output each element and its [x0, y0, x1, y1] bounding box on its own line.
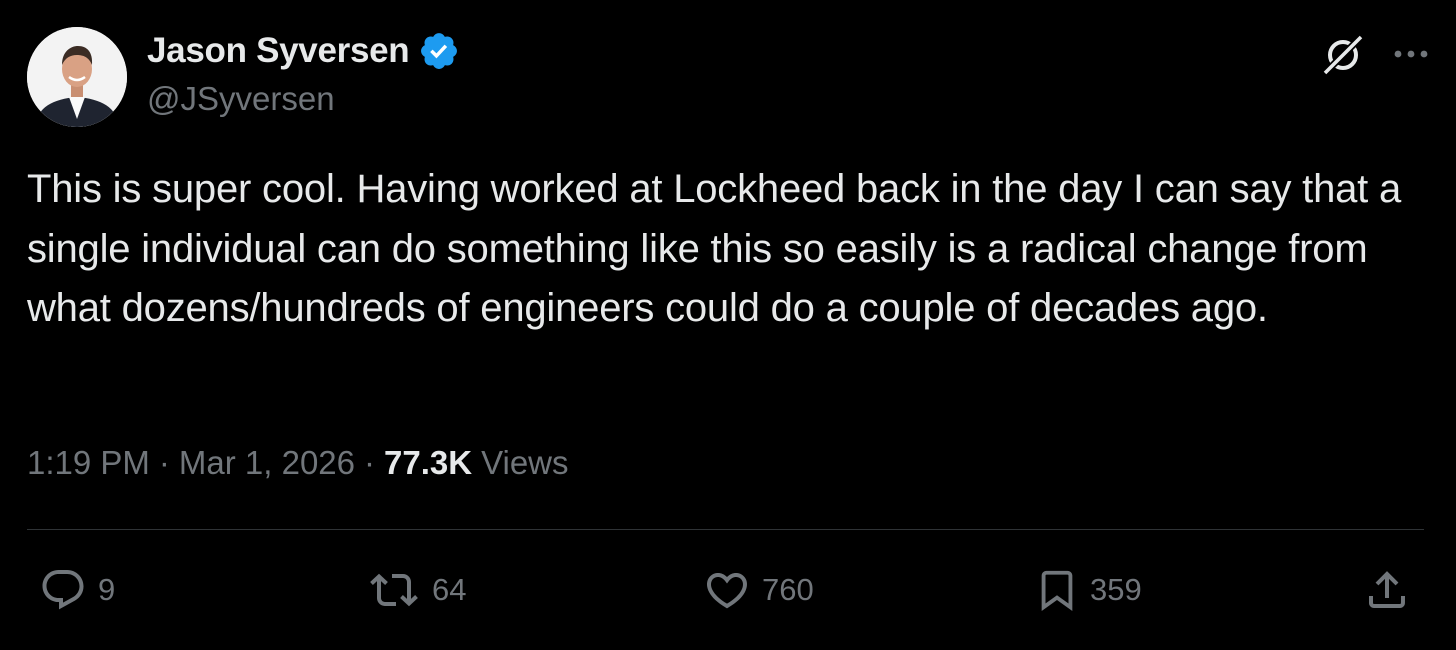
tweet-date[interactable]: Mar 1, 2026 — [179, 444, 355, 482]
reply-count: 9 — [98, 572, 116, 607]
share-icon — [1369, 571, 1405, 608]
reply-icon — [42, 570, 84, 610]
like-button[interactable]: 760 — [702, 566, 814, 614]
repost-count: 64 — [432, 572, 467, 607]
views-count[interactable]: 77.3K — [384, 444, 472, 482]
views-label: Views — [481, 444, 569, 481]
tweet-text: This is super cool. Having worked at Loc… — [27, 167, 1402, 330]
grok-icon[interactable] — [1318, 29, 1368, 79]
share-button[interactable] — [1362, 566, 1412, 614]
verified-badge-icon[interactable] — [418, 30, 460, 72]
tweet: Jason Syversen @JSyversen This is super … — [0, 0, 1456, 650]
repost-button[interactable]: 64 — [366, 566, 466, 614]
avatar[interactable] — [27, 27, 127, 127]
tweet-meta: 1:19 PM · Mar 1, 2026 · 77.3K Views — [27, 440, 569, 486]
meta-separator: · — [364, 444, 376, 481]
bookmark-icon — [1041, 570, 1073, 611]
author-handle[interactable]: @JSyversen — [147, 80, 335, 118]
divider — [27, 529, 1424, 530]
repost-icon — [370, 573, 418, 607]
like-count: 760 — [762, 572, 814, 607]
like-icon — [706, 573, 748, 609]
display-name[interactable]: Jason Syversen — [147, 31, 410, 71]
bookmark-button[interactable]: 359 — [1034, 566, 1142, 614]
meta-separator: · — [158, 444, 170, 481]
author-name-row: Jason Syversen — [147, 28, 460, 74]
reply-button[interactable]: 9 — [38, 566, 115, 614]
avatar-photo — [27, 27, 127, 127]
bookmark-count: 359 — [1090, 572, 1142, 607]
tweet-time[interactable]: 1:19 PM — [27, 444, 150, 482]
more-icon[interactable] — [1390, 34, 1432, 74]
